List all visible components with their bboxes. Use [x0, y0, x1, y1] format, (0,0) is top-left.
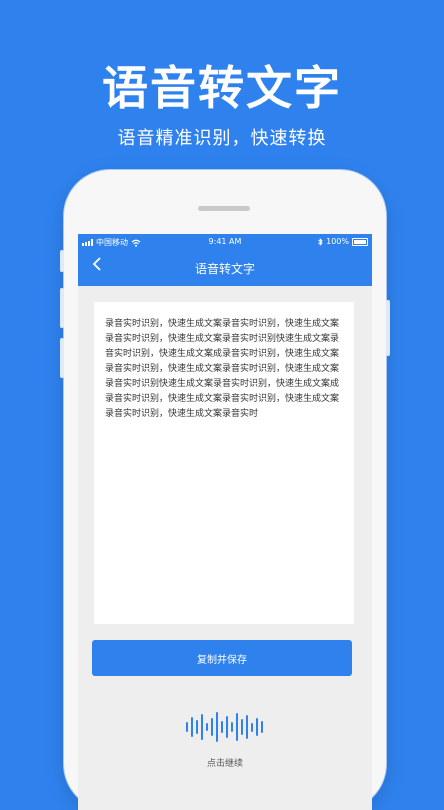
hero-subtitle: 语音精准识别，快速转换: [117, 128, 327, 149]
phone-speaker: [198, 206, 250, 211]
page-title: 语音转文字: [194, 262, 255, 276]
nav-bar: 语音转文字: [78, 250, 372, 286]
phone-side-button: [60, 338, 64, 378]
status-bar: 中国移动 9:41 AM 100%: [78, 234, 372, 250]
continue-hint: 点击继续: [206, 759, 243, 769]
phone-mockup: 中国移动 9:41 AM 100% 语音转文字 录音实时识别，快速生成文案录音实…: [60, 170, 390, 810]
transcript-text: 录音实时识别，快速生成文案录音实时识别，快速生成文案录音实时识别，快速生成文案录…: [105, 319, 340, 419]
voice-wave-icon[interactable]: [178, 710, 270, 744]
app-screen: 中国移动 9:41 AM 100% 语音转文字 录音实时识别，快速生成文案录音实…: [78, 234, 372, 810]
phone-side-button: [386, 300, 390, 356]
phone-side-button: [60, 288, 64, 328]
transcript-card[interactable]: 录音实时识别，快速生成文案录音实时识别，快速生成文案录音实时识别，快速生成文案录…: [94, 302, 354, 624]
phone-side-button: [60, 250, 64, 272]
battery-percent: 100%: [326, 237, 349, 246]
bluetooth-icon: [318, 237, 323, 246]
hero-title: 语音转文字: [102, 61, 342, 115]
copy-save-button[interactable]: 复制并保存: [92, 640, 352, 676]
battery-icon: [352, 237, 368, 246]
